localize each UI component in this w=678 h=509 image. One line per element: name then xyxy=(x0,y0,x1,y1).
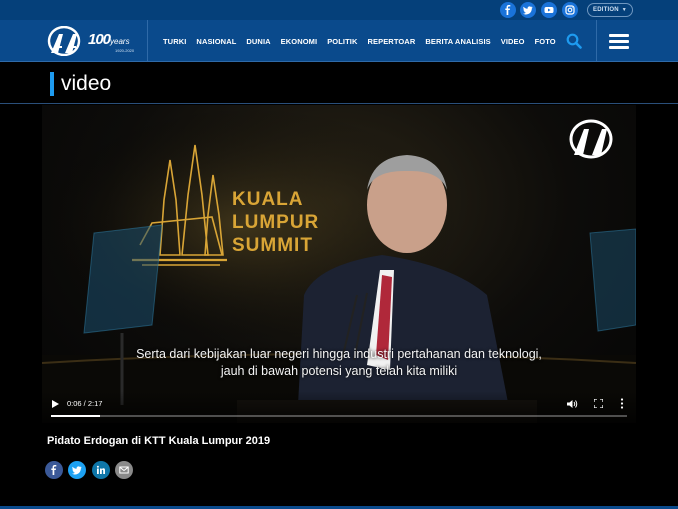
top-bar: EDITION ▼ xyxy=(0,0,678,20)
nav-item-dunia[interactable]: DUNIA xyxy=(246,37,270,46)
nav-item-nasional[interactable]: NASIONAL xyxy=(196,37,236,46)
play-icon[interactable] xyxy=(50,399,60,409)
facebook-icon xyxy=(51,465,57,475)
video-progress-bar[interactable] xyxy=(51,415,627,417)
linkedin-icon xyxy=(96,465,105,474)
instagram-icon[interactable] xyxy=(562,2,578,18)
aa-watermark-logo xyxy=(569,119,613,159)
nav-item-politik[interactable]: POLITIK xyxy=(327,37,357,46)
more-options-icon[interactable] xyxy=(620,398,624,409)
volume-icon[interactable] xyxy=(567,399,578,409)
share-linkedin-button[interactable] xyxy=(92,461,110,479)
main-nav: 100years 1920-2020 TURKI NASIONAL DUNIA EKO… xyxy=(0,20,678,62)
facebook-icon[interactable] xyxy=(500,2,516,18)
twitter-icon xyxy=(72,466,82,475)
centennial-word: years xyxy=(110,37,130,46)
centennial-range: 1920-2020 xyxy=(115,48,135,53)
event-logo-line: LUMPUR xyxy=(232,212,320,233)
search-icon[interactable] xyxy=(566,33,582,49)
hamburger-menu-icon[interactable] xyxy=(609,34,629,49)
aa-logo[interactable] xyxy=(46,26,82,56)
event-logo-text: KUALA LUMPUR SUMMIT xyxy=(232,188,319,257)
nav-divider xyxy=(147,20,148,62)
fullscreen-icon[interactable] xyxy=(594,399,603,408)
subtitle-line: jauh di bawah potensi yang telah kita mi… xyxy=(220,364,458,378)
subtitle-line: Serta dari kebijakan luar negeri hingga … xyxy=(136,347,542,361)
edition-dropdown[interactable]: EDITION ▼ xyxy=(587,3,633,17)
section-divider xyxy=(0,103,678,104)
video-controls: 0:06 / 2:17 xyxy=(42,391,636,423)
twitter-icon[interactable] xyxy=(520,2,536,18)
edition-label: EDITION xyxy=(593,7,619,13)
share-twitter-button[interactable] xyxy=(68,461,86,479)
nav-item-turki[interactable]: TURKI xyxy=(163,37,186,46)
nav-item-repertoar[interactable]: REPERTOAR xyxy=(367,37,415,46)
video-player[interactable]: KUALA LUMPUR SUMMIT Serta dari kebijakan… xyxy=(42,105,636,423)
nav-menu: TURKI NASIONAL DUNIA EKONOMI POLITIK REPERTOA… xyxy=(163,20,556,62)
section-heading: video xyxy=(50,71,111,97)
youtube-icon[interactable] xyxy=(541,2,557,18)
nav-divider xyxy=(596,20,597,62)
event-logo-line: KUALA xyxy=(232,189,304,210)
nav-item-berita-analisis[interactable]: BERITA ANALISIS xyxy=(425,37,490,46)
video-progress-played xyxy=(51,415,101,417)
centennial-badge: 100years 1920-2020 xyxy=(88,31,144,53)
centennial-number: 100 xyxy=(88,31,111,48)
email-icon xyxy=(119,466,129,474)
section-title: video xyxy=(61,72,112,95)
video-subtitle: Serta dari kebijakan luar negeri hingga … xyxy=(42,346,636,380)
event-logo-line: SUMMIT xyxy=(232,235,313,256)
nav-item-foto[interactable]: FOTO xyxy=(535,37,556,46)
video-caption: Pidato Erdogan di KTT Kuala Lumpur 2019 xyxy=(47,435,271,447)
share-email-button[interactable] xyxy=(115,461,133,479)
nav-item-video[interactable]: VIDEO xyxy=(501,37,525,46)
nav-item-ekonomi[interactable]: EKONOMI xyxy=(281,37,318,46)
video-time: 0:06 / 2:17 xyxy=(67,399,103,408)
share-facebook-button[interactable] xyxy=(45,461,63,479)
chevron-down-icon: ▼ xyxy=(621,7,627,13)
section-accent-bar xyxy=(50,72,54,96)
